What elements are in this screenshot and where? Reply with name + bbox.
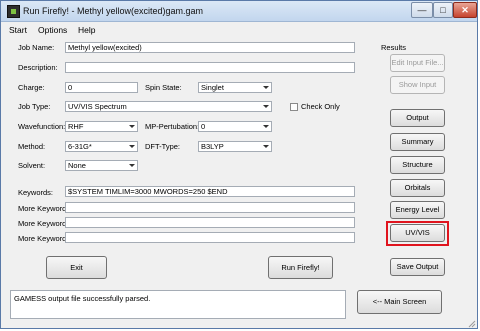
maximize-icon: □ xyxy=(440,5,446,15)
method-select[interactable]: 6-31G* xyxy=(65,141,138,152)
job-type-select[interactable]: UV/VIS Spectrum xyxy=(65,101,272,112)
wavefunction-label: Wavefunction: xyxy=(18,122,66,131)
mp-pertubation-label: MP-Pertubation: xyxy=(145,122,200,131)
close-icon: ✕ xyxy=(461,5,469,15)
maximize-button[interactable]: □ xyxy=(433,2,453,18)
window-title: Run Firefly! - Methyl yellow(excited)gam… xyxy=(23,6,204,16)
status-bar: GAMESS output file successfully parsed. xyxy=(10,290,346,319)
results-title: Results xyxy=(381,43,407,52)
minimize-icon: — xyxy=(417,5,427,15)
method-value: 6-31G* xyxy=(68,142,92,151)
chevron-down-icon xyxy=(129,164,135,167)
run-firefly-button[interactable]: Run Firefly! xyxy=(268,256,333,279)
menu-bar: Start Options Help xyxy=(1,22,477,36)
method-label: Method: xyxy=(18,142,46,151)
check-only-checkbox[interactable] xyxy=(290,103,298,111)
chevron-down-icon xyxy=(263,145,269,148)
more-keywords-label: More Keywords xyxy=(18,204,71,213)
charge-label: Charge: xyxy=(18,83,45,92)
spin-state-label: Spin State: xyxy=(145,83,182,92)
save-output-button[interactable]: Save Output xyxy=(390,258,445,276)
edit-input-file-button[interactable]: Edit Input File... xyxy=(390,54,445,72)
show-input-button[interactable]: Show Input xyxy=(390,76,445,94)
job-type-value: UV/VIS Spectrum xyxy=(68,102,127,111)
close-button[interactable]: ✕ xyxy=(453,2,477,18)
spin-state-select[interactable]: Singlet xyxy=(198,82,272,93)
main-screen-button[interactable]: <-- Main Screen xyxy=(357,290,442,314)
summary-button[interactable]: Summary xyxy=(390,133,445,151)
job-name-label: Job Name: xyxy=(18,43,55,52)
more-keywords-field[interactable] xyxy=(65,232,355,243)
chevron-down-icon xyxy=(129,145,135,148)
chevron-down-icon xyxy=(263,125,269,128)
resize-grip-icon[interactable] xyxy=(467,319,476,328)
chevron-down-icon xyxy=(263,86,269,89)
orbitals-button[interactable]: Orbitals xyxy=(390,179,445,197)
spin-state-value: Singlet xyxy=(201,83,224,92)
description-label: Description: xyxy=(18,63,58,72)
firefly-app-icon xyxy=(7,5,20,18)
job-name-field[interactable]: Methyl yellow(excited) xyxy=(65,42,355,53)
chevron-down-icon xyxy=(263,105,269,108)
chevron-down-icon xyxy=(129,125,135,128)
solvent-value: None xyxy=(68,161,86,170)
wavefunction-select[interactable]: RHF xyxy=(65,121,138,132)
structure-button[interactable]: Structure xyxy=(390,156,445,174)
check-only-label: Check Only xyxy=(301,102,340,111)
minimize-button[interactable]: — xyxy=(411,2,433,18)
solvent-label: Solvent: xyxy=(18,161,46,170)
menu-options[interactable]: Options xyxy=(38,25,67,35)
charge-field[interactable]: 0 xyxy=(65,82,138,93)
job-type-label: Job Type: xyxy=(18,102,51,111)
energy-level-button[interactable]: Energy Level xyxy=(390,201,445,219)
dft-type-select[interactable]: B3LYP xyxy=(198,141,272,152)
mp-pertubation-value: 0 xyxy=(201,122,206,131)
keywords-label: Keywords: xyxy=(18,188,54,197)
app-window: Run Firefly! - Methyl yellow(excited)gam… xyxy=(0,0,478,329)
menu-help[interactable]: Help xyxy=(78,25,95,35)
mp-pertubation-select[interactable]: 0 xyxy=(198,121,272,132)
description-field[interactable] xyxy=(65,62,355,73)
more-keywords-field[interactable] xyxy=(65,202,355,213)
solvent-select[interactable]: None xyxy=(65,160,138,171)
output-button[interactable]: Output xyxy=(390,109,445,127)
more-keywords-label: More Keywords xyxy=(18,219,71,228)
dft-type-value: B3LYP xyxy=(201,142,224,151)
more-keywords-label: More Keywords xyxy=(18,234,71,243)
dft-type-label: DFT-Type: xyxy=(145,142,181,151)
title-bar[interactable]: Run Firefly! - Methyl yellow(excited)gam… xyxy=(1,1,477,22)
exit-button[interactable]: Exit xyxy=(46,256,107,279)
keywords-field[interactable]: $SYSTEM TIMLIM=3000 MWORDS=250 $END xyxy=(65,186,355,197)
uv-vis-highlight xyxy=(386,221,449,246)
menu-start[interactable]: Start xyxy=(9,25,27,35)
status-text: GAMESS output file successfully parsed. xyxy=(14,294,151,303)
wavefunction-value: RHF xyxy=(68,122,84,131)
more-keywords-field[interactable] xyxy=(65,217,355,228)
